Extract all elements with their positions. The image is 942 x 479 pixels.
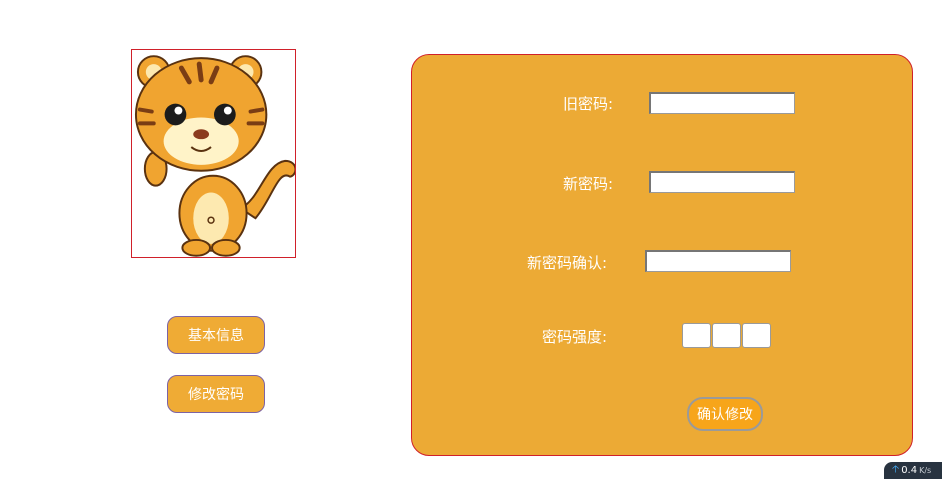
old-password-label: 旧密码: bbox=[563, 95, 614, 113]
strength-box-medium bbox=[712, 323, 741, 348]
confirm-password-input[interactable] bbox=[645, 250, 791, 272]
basic-info-button[interactable]: 基本信息 bbox=[167, 316, 265, 354]
net-speed-widget: 🡡 0.4 K/s bbox=[884, 462, 942, 479]
tiger-mascot-image bbox=[134, 55, 295, 257]
basic-info-label: 基本信息 bbox=[188, 328, 244, 344]
password-strength-meter bbox=[682, 323, 771, 348]
change-password-panel: 旧密码: 新密码: 新密码确认: 密码强度: 确认修改 bbox=[411, 54, 913, 456]
strength-box-weak bbox=[682, 323, 711, 348]
upload-arrow-icon: 🡡 bbox=[892, 464, 900, 475]
old-password-input[interactable] bbox=[649, 92, 795, 114]
confirm-change-button[interactable]: 确认修改 bbox=[687, 397, 763, 431]
new-password-label: 新密码: bbox=[563, 175, 614, 193]
password-strength-label: 密码强度: bbox=[542, 328, 608, 346]
confirm-change-label: 确认修改 bbox=[697, 407, 753, 423]
tiger-avatar bbox=[131, 49, 296, 258]
strength-box-strong bbox=[742, 323, 771, 348]
confirm-password-label: 新密码确认: bbox=[527, 254, 608, 272]
change-password-button[interactable]: 修改密码 bbox=[167, 375, 265, 413]
change-password-label: 修改密码 bbox=[188, 387, 244, 403]
new-password-input[interactable] bbox=[649, 171, 795, 193]
net-speed-unit: K/s bbox=[919, 466, 932, 475]
net-speed-value: 0.4 bbox=[901, 465, 918, 476]
